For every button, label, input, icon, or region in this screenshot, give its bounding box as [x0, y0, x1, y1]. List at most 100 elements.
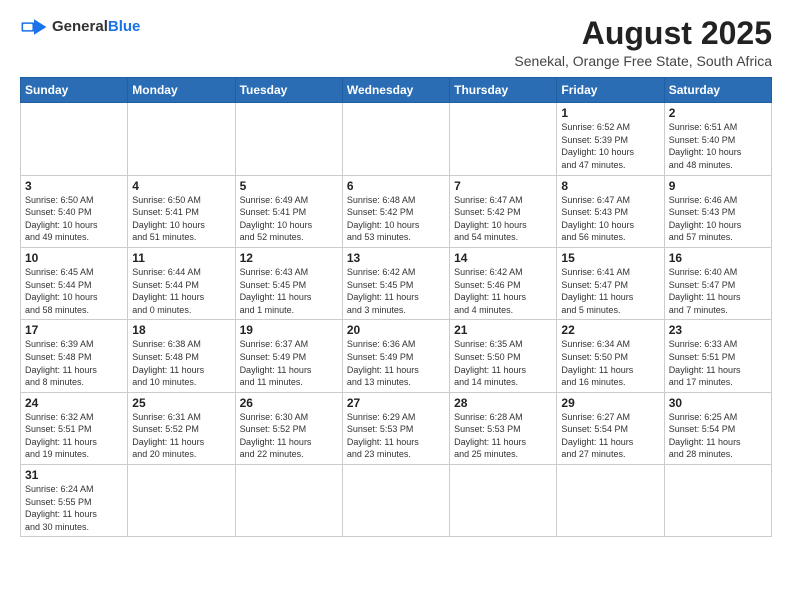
logo: GeneralBlue: [20, 16, 140, 38]
day-number: 29: [561, 396, 659, 410]
calendar-cell: 13Sunrise: 6:42 AM Sunset: 5:45 PM Dayli…: [342, 247, 449, 319]
day-number: 7: [454, 179, 552, 193]
calendar-cell: [557, 465, 664, 537]
day-info: Sunrise: 6:41 AM Sunset: 5:47 PM Dayligh…: [561, 266, 659, 316]
day-info: Sunrise: 6:29 AM Sunset: 5:53 PM Dayligh…: [347, 411, 445, 461]
logo-text: GeneralBlue: [52, 18, 140, 36]
calendar-cell: 21Sunrise: 6:35 AM Sunset: 5:50 PM Dayli…: [450, 320, 557, 392]
calendar-cell: [21, 103, 128, 175]
calendar-cell: 30Sunrise: 6:25 AM Sunset: 5:54 PM Dayli…: [664, 392, 771, 464]
calendar-cell: 6Sunrise: 6:48 AM Sunset: 5:42 PM Daylig…: [342, 175, 449, 247]
day-info: Sunrise: 6:47 AM Sunset: 5:43 PM Dayligh…: [561, 194, 659, 244]
calendar-cell: 20Sunrise: 6:36 AM Sunset: 5:49 PM Dayli…: [342, 320, 449, 392]
calendar-week-5: 24Sunrise: 6:32 AM Sunset: 5:51 PM Dayli…: [21, 392, 772, 464]
day-info: Sunrise: 6:31 AM Sunset: 5:52 PM Dayligh…: [132, 411, 230, 461]
calendar-header-row: SundayMondayTuesdayWednesdayThursdayFrid…: [21, 78, 772, 103]
calendar-cell: [342, 465, 449, 537]
day-number: 20: [347, 323, 445, 337]
calendar-cell: 23Sunrise: 6:33 AM Sunset: 5:51 PM Dayli…: [664, 320, 771, 392]
calendar-cell: [235, 103, 342, 175]
day-info: Sunrise: 6:37 AM Sunset: 5:49 PM Dayligh…: [240, 338, 338, 388]
calendar-cell: [450, 103, 557, 175]
day-number: 4: [132, 179, 230, 193]
calendar-cell: 19Sunrise: 6:37 AM Sunset: 5:49 PM Dayli…: [235, 320, 342, 392]
day-number: 22: [561, 323, 659, 337]
day-number: 5: [240, 179, 338, 193]
day-info: Sunrise: 6:42 AM Sunset: 5:45 PM Dayligh…: [347, 266, 445, 316]
day-info: Sunrise: 6:24 AM Sunset: 5:55 PM Dayligh…: [25, 483, 123, 533]
day-info: Sunrise: 6:45 AM Sunset: 5:44 PM Dayligh…: [25, 266, 123, 316]
calendar-cell: 25Sunrise: 6:31 AM Sunset: 5:52 PM Dayli…: [128, 392, 235, 464]
calendar-cell: 17Sunrise: 6:39 AM Sunset: 5:48 PM Dayli…: [21, 320, 128, 392]
day-number: 6: [347, 179, 445, 193]
day-number: 18: [132, 323, 230, 337]
day-number: 24: [25, 396, 123, 410]
col-header-monday: Monday: [128, 78, 235, 103]
day-info: Sunrise: 6:48 AM Sunset: 5:42 PM Dayligh…: [347, 194, 445, 244]
day-number: 12: [240, 251, 338, 265]
day-number: 16: [669, 251, 767, 265]
header: GeneralBlue August 2025 Senekal, Orange …: [20, 16, 772, 69]
day-info: Sunrise: 6:34 AM Sunset: 5:50 PM Dayligh…: [561, 338, 659, 388]
day-info: Sunrise: 6:32 AM Sunset: 5:51 PM Dayligh…: [25, 411, 123, 461]
day-number: 27: [347, 396, 445, 410]
calendar-cell: [128, 465, 235, 537]
day-number: 28: [454, 396, 552, 410]
calendar-cell: 18Sunrise: 6:38 AM Sunset: 5:48 PM Dayli…: [128, 320, 235, 392]
day-info: Sunrise: 6:39 AM Sunset: 5:48 PM Dayligh…: [25, 338, 123, 388]
day-info: Sunrise: 6:40 AM Sunset: 5:47 PM Dayligh…: [669, 266, 767, 316]
calendar-cell: 31Sunrise: 6:24 AM Sunset: 5:55 PM Dayli…: [21, 465, 128, 537]
col-header-tuesday: Tuesday: [235, 78, 342, 103]
day-info: Sunrise: 6:38 AM Sunset: 5:48 PM Dayligh…: [132, 338, 230, 388]
calendar-cell: 8Sunrise: 6:47 AM Sunset: 5:43 PM Daylig…: [557, 175, 664, 247]
day-info: Sunrise: 6:30 AM Sunset: 5:52 PM Dayligh…: [240, 411, 338, 461]
calendar-cell: 4Sunrise: 6:50 AM Sunset: 5:41 PM Daylig…: [128, 175, 235, 247]
calendar-cell: [342, 103, 449, 175]
calendar-cell: 11Sunrise: 6:44 AM Sunset: 5:44 PM Dayli…: [128, 247, 235, 319]
calendar-cell: 22Sunrise: 6:34 AM Sunset: 5:50 PM Dayli…: [557, 320, 664, 392]
calendar-cell: 7Sunrise: 6:47 AM Sunset: 5:42 PM Daylig…: [450, 175, 557, 247]
calendar: SundayMondayTuesdayWednesdayThursdayFrid…: [20, 77, 772, 537]
day-info: Sunrise: 6:25 AM Sunset: 5:54 PM Dayligh…: [669, 411, 767, 461]
day-number: 30: [669, 396, 767, 410]
col-header-thursday: Thursday: [450, 78, 557, 103]
calendar-week-1: 1Sunrise: 6:52 AM Sunset: 5:39 PM Daylig…: [21, 103, 772, 175]
day-info: Sunrise: 6:36 AM Sunset: 5:49 PM Dayligh…: [347, 338, 445, 388]
day-number: 10: [25, 251, 123, 265]
day-info: Sunrise: 6:50 AM Sunset: 5:40 PM Dayligh…: [25, 194, 123, 244]
day-number: 14: [454, 251, 552, 265]
day-number: 13: [347, 251, 445, 265]
day-number: 8: [561, 179, 659, 193]
day-number: 11: [132, 251, 230, 265]
day-info: Sunrise: 6:46 AM Sunset: 5:43 PM Dayligh…: [669, 194, 767, 244]
day-number: 3: [25, 179, 123, 193]
day-info: Sunrise: 6:33 AM Sunset: 5:51 PM Dayligh…: [669, 338, 767, 388]
subtitle: Senekal, Orange Free State, South Africa: [514, 53, 772, 69]
title-block: August 2025 Senekal, Orange Free State, …: [514, 16, 772, 69]
day-number: 9: [669, 179, 767, 193]
day-info: Sunrise: 6:51 AM Sunset: 5:40 PM Dayligh…: [669, 121, 767, 171]
calendar-cell: 16Sunrise: 6:40 AM Sunset: 5:47 PM Dayli…: [664, 247, 771, 319]
logo-icon: [20, 16, 48, 38]
day-number: 23: [669, 323, 767, 337]
col-header-friday: Friday: [557, 78, 664, 103]
day-number: 26: [240, 396, 338, 410]
day-number: 21: [454, 323, 552, 337]
calendar-cell: 1Sunrise: 6:52 AM Sunset: 5:39 PM Daylig…: [557, 103, 664, 175]
day-info: Sunrise: 6:52 AM Sunset: 5:39 PM Dayligh…: [561, 121, 659, 171]
calendar-week-4: 17Sunrise: 6:39 AM Sunset: 5:48 PM Dayli…: [21, 320, 772, 392]
calendar-cell: 26Sunrise: 6:30 AM Sunset: 5:52 PM Dayli…: [235, 392, 342, 464]
page: GeneralBlue August 2025 Senekal, Orange …: [0, 0, 792, 612]
calendar-cell: 27Sunrise: 6:29 AM Sunset: 5:53 PM Dayli…: [342, 392, 449, 464]
calendar-cell: [450, 465, 557, 537]
calendar-cell: 3Sunrise: 6:50 AM Sunset: 5:40 PM Daylig…: [21, 175, 128, 247]
calendar-cell: [664, 465, 771, 537]
day-info: Sunrise: 6:35 AM Sunset: 5:50 PM Dayligh…: [454, 338, 552, 388]
col-header-saturday: Saturday: [664, 78, 771, 103]
calendar-cell: 10Sunrise: 6:45 AM Sunset: 5:44 PM Dayli…: [21, 247, 128, 319]
calendar-cell: [128, 103, 235, 175]
day-info: Sunrise: 6:42 AM Sunset: 5:46 PM Dayligh…: [454, 266, 552, 316]
calendar-week-6: 31Sunrise: 6:24 AM Sunset: 5:55 PM Dayli…: [21, 465, 772, 537]
day-number: 19: [240, 323, 338, 337]
day-number: 2: [669, 106, 767, 120]
